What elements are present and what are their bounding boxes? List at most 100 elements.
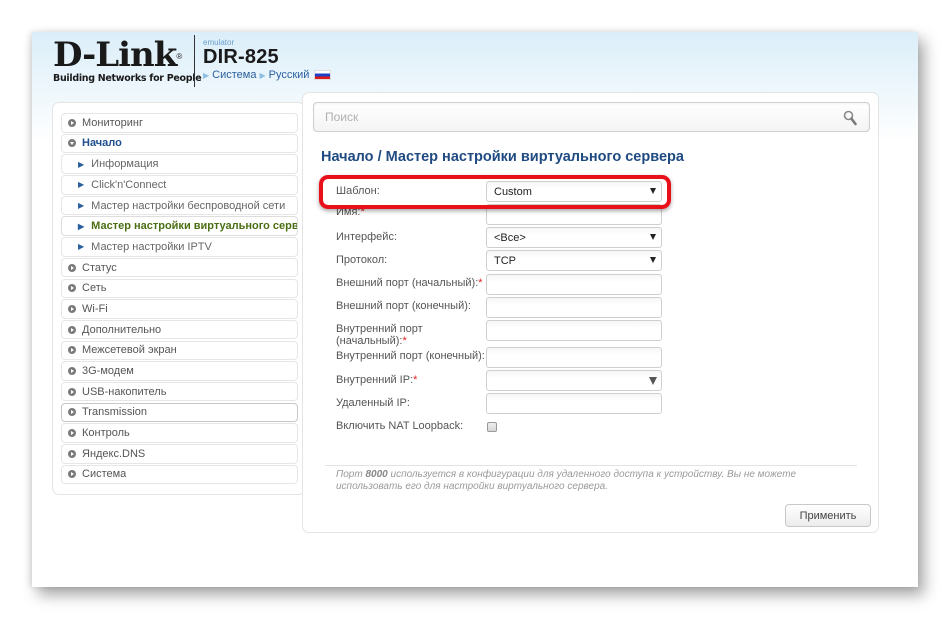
chevron-right-icon: ▶ <box>78 221 85 231</box>
nat-loopback-checkbox[interactable] <box>487 422 497 432</box>
sidebar-item-2[interactable]: ▶ Информация <box>61 154 298 174</box>
sidebar-item-label: Контроль <box>82 427 130 440</box>
sidebar-item-16[interactable]: Яндекс.DNS <box>61 444 298 464</box>
sidebar-item-label: Wi-Fi <box>82 302 108 315</box>
system-link[interactable]: Система <box>212 69 256 81</box>
sidebar-item-8[interactable]: Сеть <box>61 278 298 298</box>
sidebar-item-label: Мониторинг <box>82 116 144 129</box>
expanded-circle-icon <box>68 139 76 148</box>
sidebar-item-label: Информация <box>91 158 159 171</box>
collapsed-circle-icon <box>68 263 76 272</box>
sidebar-item-1[interactable]: Начало <box>61 133 298 154</box>
triangle-right-icon: ▶ <box>259 70 266 80</box>
collapsed-circle-icon <box>68 449 76 458</box>
sidebar-item-label: Межсетевой экран <box>82 344 177 357</box>
chevron-right-icon: ▶ <box>78 180 85 190</box>
sidebar-item-10[interactable]: Дополнительно <box>61 319 298 340</box>
note-port-number: 8000 <box>365 469 388 480</box>
dropdown-arrow-icon <box>649 377 657 385</box>
sidebar-item-0[interactable]: Мониторинг <box>61 113 298 133</box>
remote-ip-input[interactable] <box>487 394 661 414</box>
collapsed-circle-icon <box>68 387 76 396</box>
int-port-start-label: Внутренний порт (начальный):* <box>336 323 423 347</box>
remote-ip-label: Удаленный IP: <box>336 397 410 409</box>
ext-port-start-input[interactable] <box>487 275 661 295</box>
sidebar-item-label: Статус <box>82 261 117 274</box>
sidebar-item-label: Система <box>82 468 127 481</box>
language-link[interactable]: Русский <box>269 69 310 81</box>
internal-ip-label: Внутренний IP:* <box>336 374 418 386</box>
sidebar-item-13[interactable]: USB-накопитель <box>61 381 298 402</box>
collapsed-circle-icon <box>68 470 76 479</box>
registered-mark: ® <box>176 52 182 61</box>
sidebar-item-5[interactable]: ▶ Мастер настройки виртуального сервера <box>61 216 298 236</box>
collapsed-circle-icon <box>68 118 76 127</box>
collapsed-circle-icon <box>68 429 76 438</box>
header-links: ▶ Система ▶ Русский <box>203 69 332 81</box>
collapsed-circle-icon <box>68 325 76 334</box>
remote-ip-field[interactable] <box>486 393 662 414</box>
sidebar-item-label: Мастер настройки беспроводной сети <box>91 199 286 212</box>
ext-port-start-label: Внешний порт (начальный):* <box>336 277 483 289</box>
sidebar-item-label: Transmission <box>82 406 147 419</box>
apply-button[interactable]: Применить <box>785 504 871 527</box>
required-mark: * <box>402 335 407 347</box>
int-port-end-field[interactable] <box>486 347 662 368</box>
sidebar-item-label: Сеть <box>82 282 107 295</box>
collapsed-circle-icon <box>68 408 76 417</box>
name-input[interactable] <box>487 205 661 225</box>
device-info: emulator DIR-825 ▶ Система ▶ Русский <box>203 38 332 81</box>
internal-ip-select[interactable] <box>486 370 662 391</box>
collapsed-circle-icon <box>68 284 76 293</box>
sidebar-item-9[interactable]: Wi-Fi <box>61 299 298 319</box>
name-label: Имя:* <box>336 206 365 218</box>
sidebar-item-7[interactable]: Статус <box>61 257 298 278</box>
sidebar-item-label: Click'n'Connect <box>91 178 167 191</box>
ext-port-end-field[interactable] <box>486 297 662 318</box>
dropdown-arrow-icon <box>650 234 656 240</box>
required-mark: * <box>413 374 418 386</box>
interface-select[interactable]: <Все> <box>486 227 662 248</box>
sidebar-menu: Мониторинг Начало ▶ Информация ▶ Click'n'Conn… <box>52 102 305 495</box>
sidebar-item-17[interactable]: Система <box>61 464 298 485</box>
russia-flag-icon[interactable] <box>314 70 332 80</box>
template-value: Custom <box>494 185 532 198</box>
collapsed-circle-icon <box>68 304 76 313</box>
page-title-breadcrumb: Начало / Мастер настройки виртуального с… <box>321 149 684 165</box>
chevron-right-icon: ▶ <box>78 201 85 210</box>
dlink-logo: D-Link® Building Networks for People <box>53 35 202 84</box>
collapsed-circle-icon <box>68 367 76 375</box>
name-field[interactable] <box>486 204 662 225</box>
header-divider <box>194 35 195 87</box>
template-select[interactable]: Custom <box>486 181 662 202</box>
sidebar-item-label: 3G-модем <box>82 365 134 377</box>
dropdown-arrow-icon <box>650 188 656 194</box>
section-divider <box>325 465 857 466</box>
device-model: DIR-825 <box>203 46 279 68</box>
sidebar-item-label: Начало <box>82 137 122 150</box>
search-input[interactable] <box>314 103 814 131</box>
sidebar-item-6[interactable]: ▶ Мастер настройки IPTV <box>61 237 298 257</box>
sidebar-item-12[interactable]: 3G-модем <box>61 361 298 381</box>
sidebar-item-3[interactable]: ▶ Click'n'Connect <box>61 175 298 195</box>
search-icon[interactable] <box>843 110 857 126</box>
sidebar-item-4[interactable]: ▶ Мастер настройки беспроводной сети <box>61 195 298 216</box>
sidebar-item-label: USB-накопитель <box>82 385 167 398</box>
logo-text: D-Link <box>53 35 177 75</box>
ext-port-start-field[interactable] <box>486 274 662 295</box>
sidebar-item-11[interactable]: Межсетевой экран <box>61 340 298 361</box>
protocol-select[interactable]: TCP <box>486 250 662 271</box>
router-web-ui-window: D-Link® Building Networks for People emu… <box>32 32 918 587</box>
int-port-start-field[interactable] <box>486 320 662 341</box>
int-port-end-input[interactable] <box>487 348 661 368</box>
ext-port-end-input[interactable] <box>487 298 661 318</box>
sidebar-item-label: Дополнительно <box>82 323 162 336</box>
port-note: Порт 8000 используется в конфигурации дл… <box>336 469 797 492</box>
logo-tagline: Building Networks for People <box>53 73 202 84</box>
chevron-right-icon: ▶ <box>78 159 85 169</box>
triangle-right-icon: ▶ <box>203 70 210 80</box>
sidebar-item-14[interactable]: Transmission <box>61 402 298 423</box>
sidebar-item-15[interactable]: Контроль <box>61 423 298 443</box>
int-port-start-input[interactable] <box>487 321 661 341</box>
interface-label: Интерфейс: <box>336 231 397 243</box>
